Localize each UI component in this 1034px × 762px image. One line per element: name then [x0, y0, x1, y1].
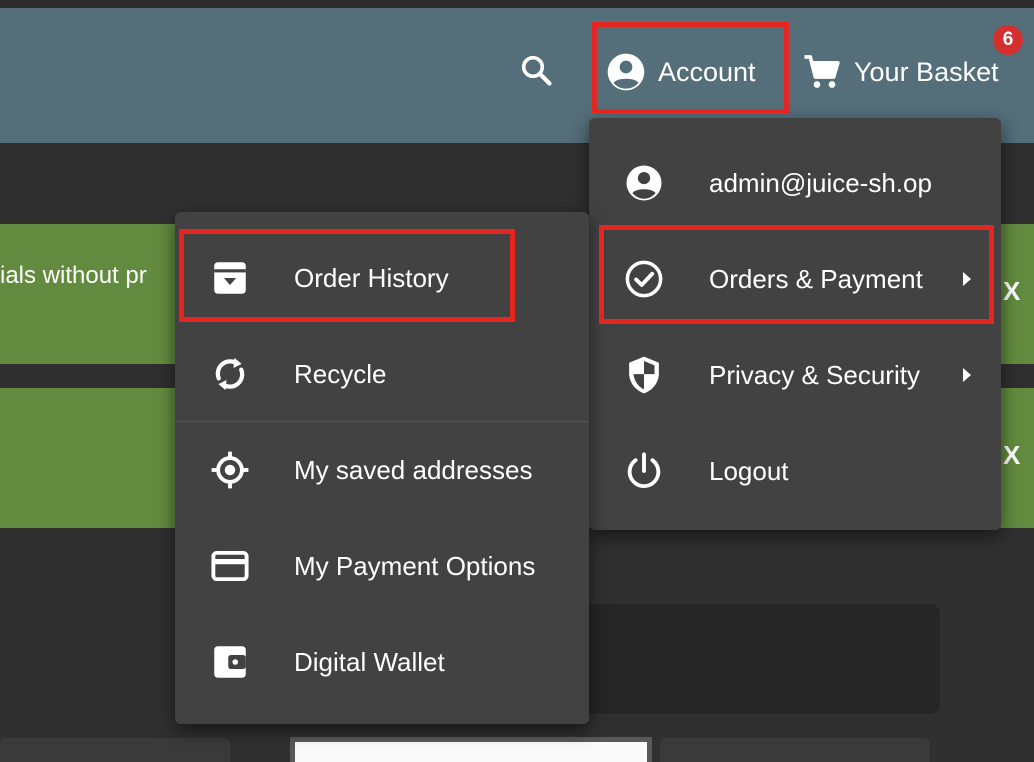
submenu-arrow-icon [963, 368, 971, 382]
menu-item-label: Orders & Payment [709, 263, 923, 294]
menu-item-logout[interactable]: Logout [589, 423, 1001, 519]
menu-item-payment-options[interactable]: My Payment Options [175, 518, 589, 614]
menu-item-label: Digital Wallet [294, 646, 445, 677]
content-card [560, 604, 940, 714]
menu-item-recycle[interactable]: Recycle [175, 326, 589, 422]
recycle-icon [215, 357, 245, 391]
banner-text: ials without pr [0, 262, 147, 289]
basket-label: Your Basket [854, 56, 999, 87]
submenu-arrow-icon [963, 272, 971, 286]
orders-payment-submenu: Order History Recycle My saved addresses… [175, 212, 589, 724]
basket-button[interactable]: Your Basket [802, 45, 999, 99]
menu-item-order-history[interactable]: Order History [175, 230, 589, 326]
power-icon [627, 452, 661, 488]
basket-count-badge: 6 [993, 25, 1023, 55]
menu-item-label: Privacy & Security [709, 359, 920, 390]
account-circle-icon [607, 53, 645, 91]
search-icon [521, 55, 552, 86]
menu-item-digital-wallet[interactable]: Digital Wallet [175, 614, 589, 710]
cart-icon [804, 55, 840, 88]
menu-item-label: Logout [709, 455, 789, 486]
menu-item-label: My saved addresses [294, 454, 533, 485]
account-button[interactable]: Account [606, 45, 756, 99]
check-circle-icon [625, 260, 663, 298]
menu-item-user-email[interactable]: admin@juice-sh.op [589, 135, 1001, 231]
account-menu: admin@juice-sh.op Orders & Payment Priva… [589, 118, 1001, 530]
menu-item-label: My Payment Options [294, 550, 536, 581]
menu-item-label: admin@juice-sh.op [709, 167, 932, 198]
archive-icon [214, 262, 246, 294]
menu-item-saved-addresses[interactable]: My saved addresses [175, 422, 589, 518]
menu-item-privacy-security[interactable]: Privacy & Security [589, 327, 1001, 423]
shield-icon [629, 356, 659, 394]
location-icon [211, 451, 249, 489]
menu-item-orders-payment[interactable]: Orders & Payment [589, 231, 1001, 327]
content-panel [660, 738, 930, 762]
banner-close-button[interactable]: X [1003, 440, 1020, 471]
content-panel [0, 738, 230, 762]
banner-close-button[interactable]: X [1003, 276, 1020, 307]
top-strip [0, 0, 1034, 8]
menu-item-label: Order History [294, 262, 449, 293]
menu-item-label: Recycle [294, 358, 387, 389]
account-label: Account [658, 56, 756, 87]
account-circle-icon [626, 165, 662, 201]
search-button[interactable] [514, 48, 558, 92]
wallet-icon [214, 646, 246, 678]
text-input[interactable] [290, 737, 652, 762]
credit-card-icon [211, 550, 249, 582]
